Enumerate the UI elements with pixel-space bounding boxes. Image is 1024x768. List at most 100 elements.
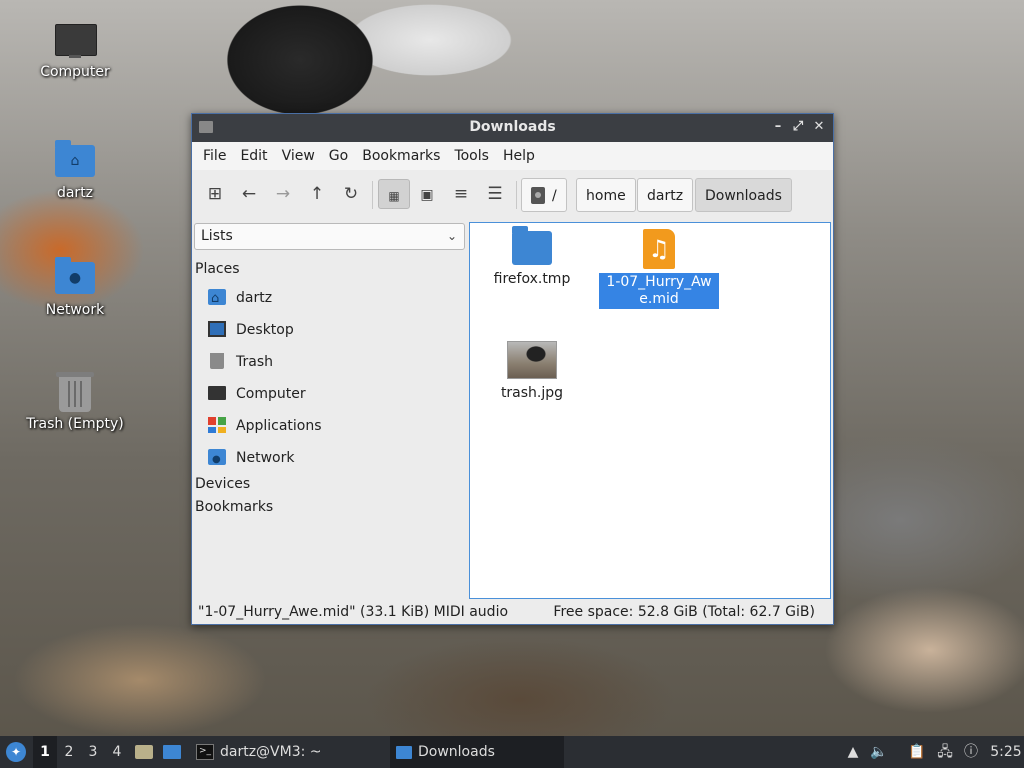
maximize-button[interactable]: ⤢ <box>789 118 807 136</box>
workspace-2[interactable]: 2 <box>57 736 81 768</box>
file-name: firefox.tmp <box>493 271 571 287</box>
terminal-icon: >_ <box>196 744 214 760</box>
thumbnail-view-button[interactable]: ▣ <box>412 179 442 209</box>
disk-icon <box>531 186 545 204</box>
file-manager-launcher[interactable] <box>132 736 156 768</box>
task-downloads[interactable]: Downloads <box>390 736 564 768</box>
file-manager-window: Downloads – ⤢ ✕ File Edit View Go Bookma… <box>191 113 834 625</box>
workspace-4[interactable]: 4 <box>105 736 129 768</box>
menu-tools[interactable]: Tools <box>447 148 496 164</box>
task-terminal[interactable]: >_ dartz@VM3: ~ <box>190 736 330 768</box>
desktop-icon-label: Network <box>45 302 105 318</box>
desktop-icon <box>163 745 181 759</box>
place-dartz[interactable]: dartz <box>208 286 272 311</box>
clock[interactable]: 5:25 <box>990 736 1022 768</box>
trash-icon <box>55 372 95 412</box>
reload-icon: ↻ <box>343 184 359 204</box>
place-applications[interactable]: Applications <box>208 414 322 438</box>
home-folder-icon: ⌂ <box>55 140 95 181</box>
close-button[interactable]: ✕ <box>810 118 828 136</box>
task-label: dartz@VM3: ~ <box>220 744 322 760</box>
place-desktop[interactable]: Desktop <box>208 318 294 342</box>
bookmarks-heading[interactable]: Bookmarks <box>195 499 273 515</box>
folder-icon <box>396 745 412 759</box>
file-item-trash-jpg[interactable]: trash.jpg <box>472 341 592 402</box>
menu-edit[interactable]: Edit <box>233 148 274 164</box>
start-menu-button[interactable]: ✦ <box>2 736 30 768</box>
desktop-icon-computer[interactable]: Computer <box>20 24 130 80</box>
tray-expand-button[interactable]: ▲ <box>842 736 864 768</box>
clipboard-icon: 📋 <box>908 744 926 760</box>
show-desktop-button[interactable] <box>160 736 184 768</box>
side-pane-mode-select[interactable]: Lists ⌄ <box>194 223 465 250</box>
minimize-button[interactable]: – <box>769 118 787 136</box>
desktop-icon-network[interactable]: ● Network <box>20 257 130 318</box>
menu-help[interactable]: Help <box>496 148 542 164</box>
breadcrumb-downloads[interactable]: Downloads <box>695 178 792 212</box>
file-item-firefox-tmp[interactable]: firefox.tmp <box>472 226 592 288</box>
menu-go[interactable]: Go <box>322 148 355 164</box>
reload-button[interactable]: ↻ <box>336 179 366 209</box>
workspace-1[interactable]: 1 <box>33 736 57 768</box>
home-folder-icon <box>208 287 226 311</box>
side-pane: Lists ⌄ Places dartz Desktop Trash Compu… <box>192 221 468 601</box>
app-menu-icon: ✦ <box>6 742 26 762</box>
volume-button[interactable]: 🔈 <box>868 736 890 768</box>
devices-heading[interactable]: Devices <box>195 476 250 492</box>
place-network[interactable]: Network <box>208 446 294 472</box>
side-pane-mode-value: Lists <box>201 228 233 244</box>
desktop-icon-home[interactable]: ⌂ dartz <box>20 140 130 201</box>
place-label: Applications <box>236 418 322 434</box>
desktop-icon-trash[interactable]: Trash (Empty) <box>20 372 130 432</box>
up-button[interactable]: ↑ <box>302 179 332 209</box>
file-view[interactable]: firefox.tmp ♫ 1-07_Hurry_Awe.mid trash.j… <box>469 222 831 599</box>
menu-bookmarks[interactable]: Bookmarks <box>355 148 447 164</box>
toolbar-separator <box>372 181 373 209</box>
network-button[interactable]: 🖧 <box>934 736 956 768</box>
menu-view[interactable]: View <box>275 148 322 164</box>
notification-icon: ⓘ <box>964 744 978 760</box>
workspace-3[interactable]: 3 <box>81 736 105 768</box>
file-manager-icon <box>135 745 153 759</box>
audio-file-icon: ♫ <box>643 229 675 269</box>
volume-icon: 🔈 <box>870 744 888 760</box>
breadcrumb-home[interactable]: home <box>576 178 636 212</box>
applications-icon <box>208 417 226 433</box>
breadcrumb-root[interactable]: / <box>521 178 567 212</box>
detailed-list-icon: ☰ <box>487 184 503 204</box>
icon-view-icon: ▦ <box>388 189 400 203</box>
file-item-midi[interactable]: ♫ 1-07_Hurry_Awe.mid <box>599 229 719 309</box>
new-tab-icon: ⊞ <box>207 184 223 204</box>
trash-icon <box>210 353 224 369</box>
desktop-icon-label: Computer <box>40 64 110 80</box>
clipboard-button[interactable]: 📋 <box>906 736 928 768</box>
detailed-list-button[interactable]: ☰ <box>480 179 510 209</box>
place-computer[interactable]: Computer <box>208 382 306 406</box>
up-icon: ↑ <box>309 184 325 204</box>
thumbnail-view-icon: ▣ <box>420 187 434 203</box>
compact-view-button[interactable]: ≡ <box>446 179 476 209</box>
forward-button[interactable]: → <box>268 179 298 209</box>
computer-icon <box>55 24 97 60</box>
new-tab-button[interactable]: ⊞ <box>200 179 230 209</box>
notification-button[interactable]: ⓘ <box>960 736 982 768</box>
status-bar: "1-07_Hurry_Awe.mid" (33.1 KiB) MIDI aud… <box>192 600 833 624</box>
back-button[interactable]: ← <box>234 179 264 209</box>
place-label: Desktop <box>236 322 294 338</box>
places-heading: Places <box>195 261 240 277</box>
network-folder-icon: ● <box>55 257 95 298</box>
task-label: Downloads <box>418 744 495 760</box>
image-thumbnail-icon <box>507 341 557 379</box>
back-icon: ← <box>241 184 257 204</box>
desktop-icon <box>208 321 226 337</box>
file-name: 1-07_Hurry_Awe.mid <box>599 273 719 309</box>
window-title: Downloads <box>469 119 556 135</box>
taskbar: ✦ 1 2 3 4 >_ dartz@VM3: ~ Downloads ▲ 🔈 📋… <box>0 736 1024 768</box>
breadcrumb-dartz[interactable]: dartz <box>637 178 694 212</box>
window-titlebar[interactable]: Downloads – ⤢ ✕ <box>192 114 833 142</box>
menu-file[interactable]: File <box>196 148 233 164</box>
place-trash[interactable]: Trash <box>208 350 273 374</box>
icon-view-button[interactable]: ▦ <box>378 179 410 209</box>
place-label: Trash <box>236 354 273 370</box>
menubar: File Edit View Go Bookmarks Tools Help <box>192 142 833 170</box>
